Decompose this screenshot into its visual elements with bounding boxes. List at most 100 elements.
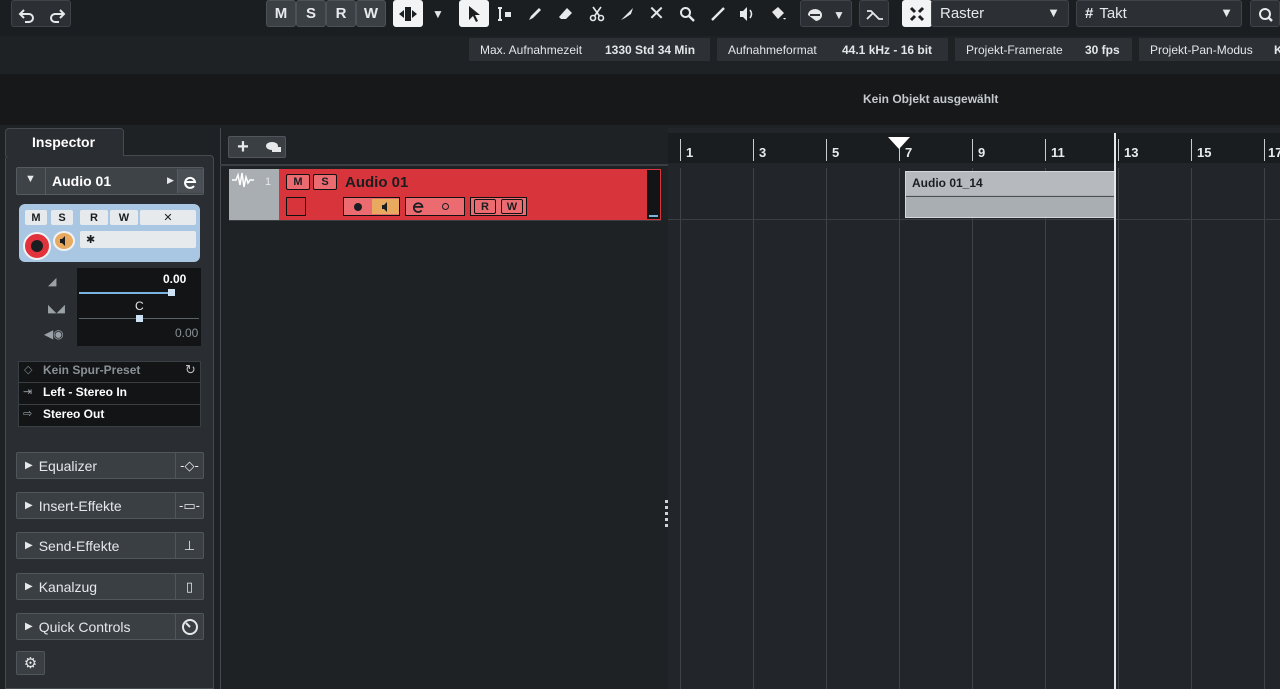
track-record-icon[interactable]: [354, 203, 362, 211]
gear-icon[interactable]: ⚙: [16, 651, 45, 675]
track-edit-in-place-icon[interactable]: [286, 197, 306, 216]
volume-fader-track[interactable]: [79, 292, 174, 294]
edit-channel-icon[interactable]: [177, 169, 203, 193]
scissors-tool-icon[interactable]: [582, 0, 611, 27]
inspector-section-inserts[interactable]: ▶ Insert-Effekte -▭-: [16, 492, 204, 519]
undo-icon[interactable]: [12, 1, 41, 28]
triangle-right-icon: ▶: [25, 581, 33, 592]
track-read-button[interactable]: R: [474, 199, 496, 214]
freeze-icon[interactable]: ✱: [80, 231, 196, 248]
redo-icon[interactable]: [42, 1, 71, 28]
add-track-icon[interactable]: +: [229, 136, 257, 158]
undo-redo-group: [11, 0, 71, 27]
ruler-tick: [753, 139, 754, 161]
info-label: Max. Aufnahmezeit: [480, 42, 583, 57]
color-tool-icon[interactable]: [763, 0, 792, 27]
info-project-framerate: Projekt-Framerate 30 fps: [955, 38, 1132, 61]
ruler-tick: [1118, 139, 1119, 161]
ruler-tick: [972, 139, 973, 161]
bypass-icon[interactable]: ✕: [140, 210, 196, 225]
track-presets-icon[interactable]: [259, 137, 286, 157]
zoom-tool-icon[interactable]: [672, 0, 701, 27]
section-label: Quick Controls: [38, 618, 131, 635]
solo-button[interactable]: S: [51, 210, 73, 225]
event-infoline: [0, 74, 1280, 125]
track-number: 1: [265, 176, 272, 188]
inspector-section-quick-controls[interactable]: ▶ Quick Controls: [16, 613, 204, 640]
crossfade-group: [859, 0, 889, 27]
record-dot-icon: [31, 240, 43, 252]
write-automation-button[interactable]: W: [110, 210, 138, 225]
crossfade-icon[interactable]: [860, 1, 889, 28]
mute-mode-button[interactable]: M: [266, 0, 296, 27]
monitor-button[interactable]: [53, 231, 75, 251]
ruler-tick: [1191, 139, 1192, 161]
bar-grid-line: [680, 168, 681, 689]
auto-scroll-icon[interactable]: [801, 1, 830, 28]
bar-number: 1: [686, 145, 694, 160]
track-input-icon[interactable]: [442, 203, 449, 210]
inspector-section-channel-strip[interactable]: ▶ Kanalzug ▯: [16, 573, 204, 600]
ruler-tick: [1045, 139, 1046, 161]
play-tool-icon[interactable]: [732, 0, 761, 27]
pan-icon: ◣◢: [48, 303, 65, 315]
grid-type-dropdown[interactable]: Raster ▼: [931, 0, 1069, 27]
delay-value[interactable]: 0.00: [175, 326, 198, 340]
eraser-tool-icon[interactable]: [551, 0, 580, 27]
range-selection-tool-icon[interactable]: [490, 0, 519, 27]
inspector-track-name: Audio 01: [52, 173, 112, 189]
read-mode-button[interactable]: R: [326, 0, 356, 27]
inspector-section-equalizer[interactable]: ▶ Equalizer -◇-: [16, 452, 204, 479]
snap-mode-icon[interactable]: [393, 0, 423, 27]
chevron-down-icon[interactable]: ▼: [827, 1, 851, 28]
info-project-pan-mode: Projekt-Pan-Modus K: [1139, 38, 1280, 61]
track-solo-button[interactable]: S: [313, 174, 337, 190]
track-edit-channel-icon[interactable]: [412, 199, 426, 218]
write-mode-button[interactable]: W: [356, 0, 386, 27]
input-routing-field[interactable]: Left - Stereo In: [43, 385, 127, 399]
info-value: 30 fps: [1085, 42, 1120, 57]
audio-waveform-icon: [231, 172, 255, 193]
audio-event[interactable]: Audio 01_14: [905, 171, 1115, 218]
line-tool-icon[interactable]: [703, 0, 732, 27]
read-automation-button[interactable]: R: [80, 210, 108, 225]
info-label: Projekt-Pan-Modus: [1150, 42, 1253, 57]
track-write-button[interactable]: W: [501, 199, 523, 214]
pan-handle[interactable]: [136, 315, 143, 322]
output-routing-field[interactable]: Stereo Out: [43, 407, 104, 421]
volume-fader-handle[interactable]: [168, 289, 175, 296]
chevron-down-icon[interactable]: ▼: [424, 0, 452, 27]
track-automation-group: R W: [470, 197, 527, 216]
track-mute-button[interactable]: M: [286, 174, 310, 190]
cubase-window: M S R W ▼ ✕ ▼ Raster ▼ # Takt ▼ Max. Auf…: [0, 0, 1280, 689]
track-monitor-icon[interactable]: [372, 199, 399, 214]
locator-marker-icon[interactable]: [888, 137, 910, 149]
triangle-right-icon: ▶: [167, 175, 174, 185]
snap-on-icon[interactable]: [902, 0, 932, 27]
pan-value[interactable]: C: [135, 299, 144, 313]
track-row-divider: [668, 219, 1280, 220]
object-selection-tool-icon[interactable]: [459, 0, 489, 27]
info-value: 44.1 kHz - 16 bit: [842, 42, 933, 57]
track-name[interactable]: Audio 01: [345, 174, 408, 191]
grid-type-label: Raster: [940, 5, 985, 22]
inspector-section-sends[interactable]: ▶ Send-Effekte ⊥: [16, 532, 204, 559]
volume-value[interactable]: 0.00: [163, 272, 186, 286]
track-preset-field[interactable]: Kein Spur-Preset: [43, 363, 140, 377]
inspector-tab[interactable]: Inspector: [5, 128, 124, 156]
search-icon[interactable]: [1251, 1, 1280, 28]
quantize-dropdown[interactable]: # Takt ▼: [1076, 0, 1242, 27]
solo-mode-button[interactable]: S: [296, 0, 326, 27]
inspector-track-header[interactable]: ▼ Audio 01 ▶: [16, 167, 204, 195]
record-enable-button[interactable]: [23, 232, 51, 260]
collapse-triangle-icon[interactable]: ▼: [25, 173, 36, 185]
draw-tool-icon[interactable]: [520, 0, 549, 27]
inserts-icon: -▭-: [175, 493, 203, 518]
mute-button[interactable]: M: [25, 210, 47, 225]
section-label: Equalizer: [38, 457, 98, 474]
reload-icon[interactable]: ↻: [185, 362, 196, 378]
project-cursor[interactable]: [1114, 133, 1116, 689]
waveform-line: [906, 196, 1114, 197]
mute-tool-icon[interactable]: ✕: [642, 0, 671, 27]
glue-tool-icon[interactable]: [612, 0, 641, 27]
